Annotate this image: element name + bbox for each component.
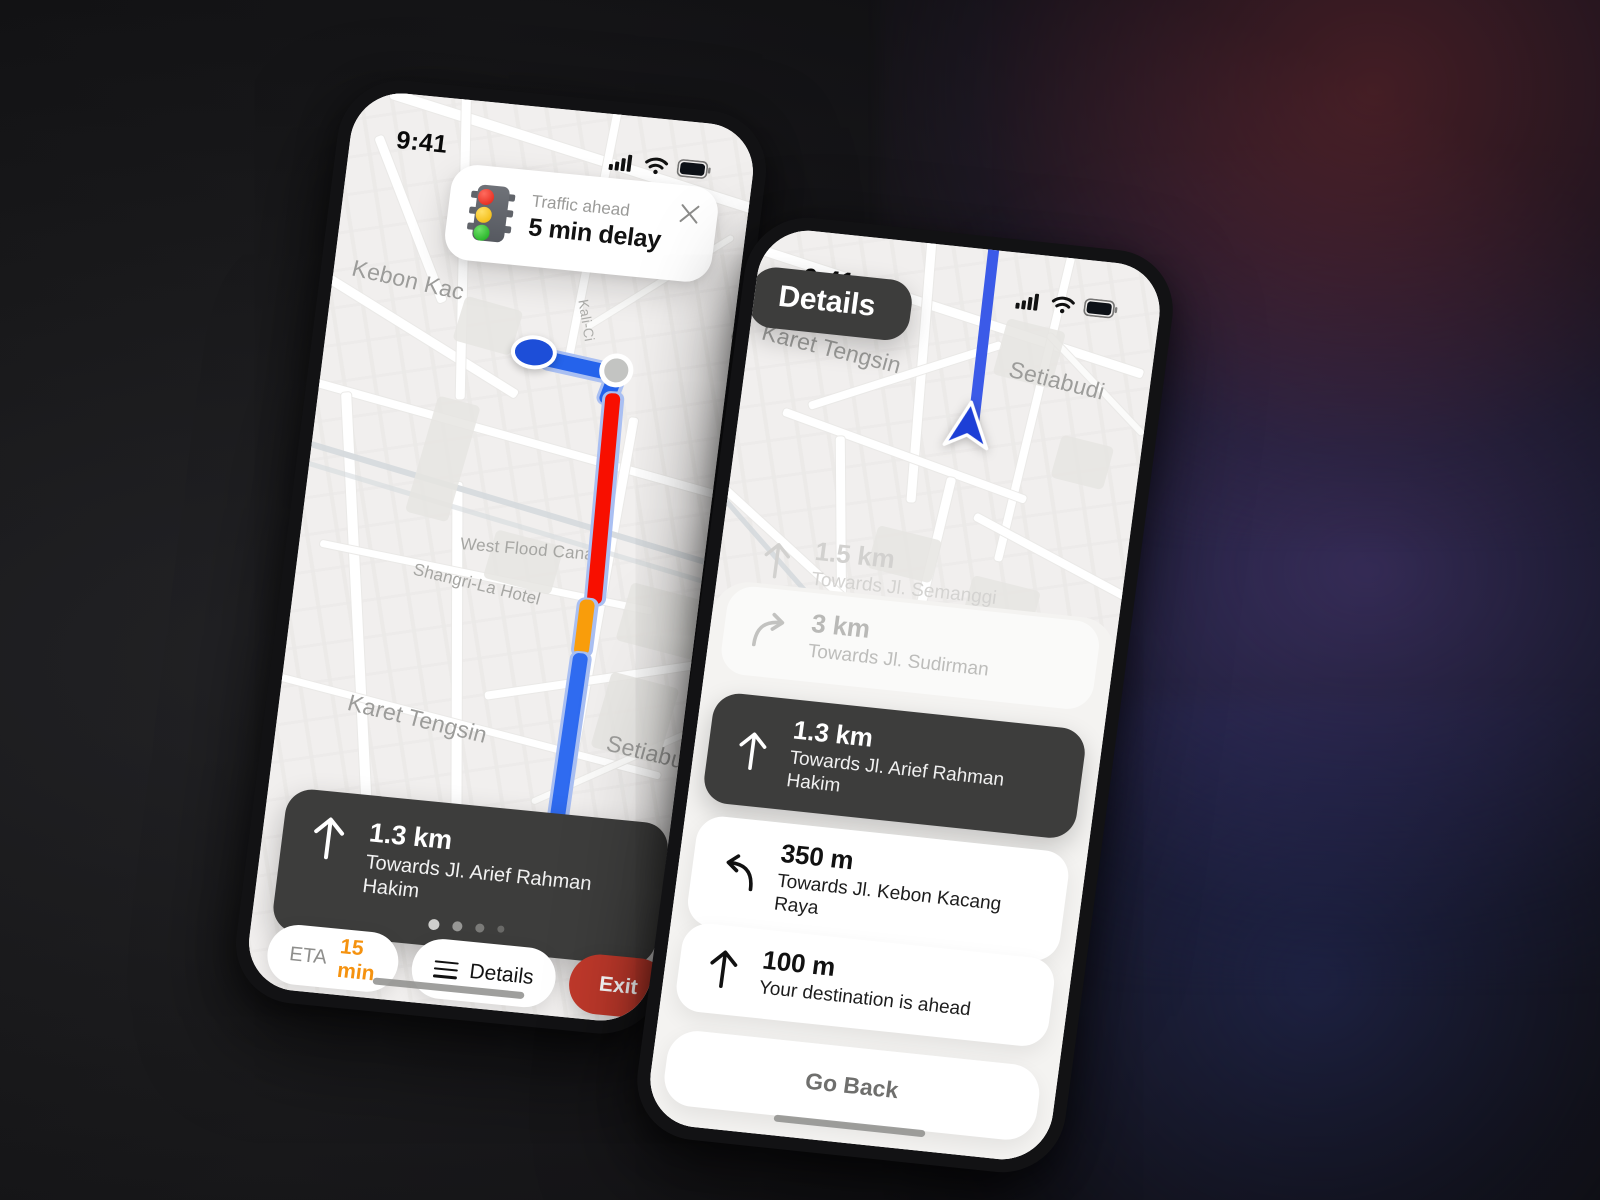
exit-button-label: Exit bbox=[597, 972, 640, 1000]
arrow-straight-icon bbox=[314, 817, 345, 860]
close-icon[interactable] bbox=[676, 201, 703, 227]
arrow-turn-left-icon bbox=[726, 854, 753, 891]
navigation-arrow-icon bbox=[942, 400, 989, 451]
go-back-label: Go Back bbox=[803, 1067, 901, 1103]
traffic-light-icon bbox=[464, 181, 518, 247]
hamburger-menu-icon bbox=[432, 959, 459, 980]
carousel-dot-active[interactable] bbox=[427, 918, 441, 931]
eta-label: ETA bbox=[288, 942, 329, 969]
carousel-dot[interactable] bbox=[496, 925, 505, 933]
arrow-straight-icon bbox=[710, 950, 738, 989]
arrow-straight-icon bbox=[764, 543, 790, 579]
carousel-dot[interactable] bbox=[474, 923, 485, 934]
details-button-label: Details bbox=[468, 959, 535, 989]
details-header-title: Details bbox=[776, 279, 878, 323]
carousel-dot[interactable] bbox=[451, 920, 463, 932]
arrow-straight-icon bbox=[739, 732, 767, 770]
arrow-turn-right-icon bbox=[751, 613, 785, 647]
traffic-alert-text: Traffic ahead 5 min delay bbox=[527, 191, 684, 257]
